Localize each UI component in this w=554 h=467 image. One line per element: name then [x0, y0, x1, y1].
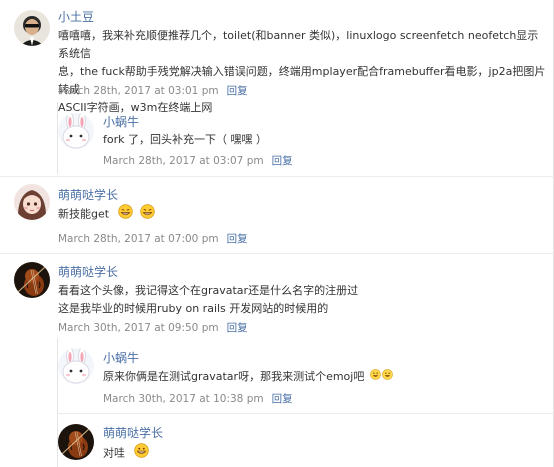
- comment-text-line: 这是我毕业的时候用ruby on rails 开发网站的时候用的: [58, 302, 329, 315]
- comment-date: March 30th, 2017 at 10:38 pm: [103, 393, 264, 405]
- comment-text-line: 嘻嘻嘻，我来补充顺便推荐几个，toilet(和banner 类似)，linuxl…: [58, 29, 539, 60]
- comment-divider: [0, 253, 554, 254]
- avatar-xiaowoniu: [58, 113, 94, 149]
- comment-author[interactable]: 萌萌哒学长: [58, 186, 118, 203]
- comment-meta: March 28th, 2017 at 07:00 pm 回复: [58, 231, 248, 246]
- comment-meta: March 28th, 2017 at 03:01 pm 回复: [58, 83, 248, 98]
- comment-author[interactable]: 小土豆: [58, 8, 94, 25]
- violin-icon: [58, 424, 94, 460]
- reply-link[interactable]: 回复: [227, 85, 248, 97]
- reply-link[interactable]: 回复: [227, 233, 248, 245]
- avatar-mengmengda-violin: [14, 262, 50, 298]
- comment-date: March 28th, 2017 at 07:00 pm: [58, 233, 219, 245]
- reply-thread-line: [57, 338, 58, 467]
- comment-date: March 30th, 2017 at 09:50 pm: [58, 322, 219, 334]
- comment-text-content: 原来你俩是在测试gravatar呀，那我来测试个emoj吧: [103, 370, 365, 383]
- avatar-mengmengda-girl: [14, 184, 50, 220]
- reply-thread-line: [57, 102, 58, 174]
- comment-text: 嘻嘻嘻，我来补充顺便推荐几个，toilet(和banner 类似)，linuxl…: [58, 27, 548, 117]
- reply-link[interactable]: 回复: [272, 155, 293, 167]
- comment-meta: March 30th, 2017 at 10:38 pm 回复: [103, 391, 293, 406]
- white-bunny-icon: [58, 113, 94, 149]
- comment-text-content: 对哇: [103, 446, 125, 460]
- comment-date: March 28th, 2017 at 03:01 pm: [58, 85, 219, 97]
- avatar-xiaotudou: [14, 10, 50, 46]
- comment-author[interactable]: 小蜗牛: [103, 113, 139, 130]
- anime-girl-icon: [14, 184, 50, 220]
- white-bunny-icon: [58, 348, 94, 384]
- comment-author[interactable]: 萌萌哒学长: [58, 263, 118, 280]
- comment-author[interactable]: 萌萌哒学长: [103, 424, 163, 441]
- grinning-face-emoji-icon: [133, 443, 149, 464]
- comment-date: March 28th, 2017 at 03:07 pm: [103, 155, 264, 167]
- comment-text: 新技能get: [58, 204, 155, 225]
- avatar-mengmengda-violin: [58, 424, 94, 460]
- violin-icon: [14, 262, 50, 298]
- comment-text-line: 看看这个头像，我记得这个在gravatar还是什么名字的注册过: [58, 284, 359, 297]
- comment-text: 原来你俩是在测试gravatar呀，那我来测试个emoj吧: [103, 368, 393, 386]
- grinning-face-emoji-icon: [382, 368, 393, 386]
- grinning-face-emoji-icon: [140, 204, 155, 225]
- comment-author[interactable]: 小蜗牛: [103, 349, 139, 366]
- comment-meta: March 28th, 2017 at 03:07 pm 回复: [103, 153, 293, 168]
- comment-text: 看看这个头像，我记得这个在gravatar还是什么名字的注册过 这是我毕业的时候…: [58, 282, 548, 318]
- comment-text: 对哇: [103, 443, 149, 464]
- comment-meta: March 30th, 2017 at 09:50 pm 回复: [58, 320, 248, 335]
- grinning-face-emoji-icon: [370, 368, 381, 386]
- comment-text-content: 新技能get: [58, 207, 110, 221]
- comment-divider: [58, 413, 554, 414]
- avatar-xiaowoniu: [58, 348, 94, 384]
- reply-link[interactable]: 回复: [227, 322, 248, 334]
- man-sunglasses-icon: [14, 10, 50, 46]
- comment-divider: [0, 176, 554, 177]
- reply-link[interactable]: 回复: [272, 393, 293, 405]
- grinning-face-emoji-icon: [117, 204, 133, 225]
- comment-text: fork 了，回头补充一下（ 嘿嘿 ）: [103, 133, 267, 146]
